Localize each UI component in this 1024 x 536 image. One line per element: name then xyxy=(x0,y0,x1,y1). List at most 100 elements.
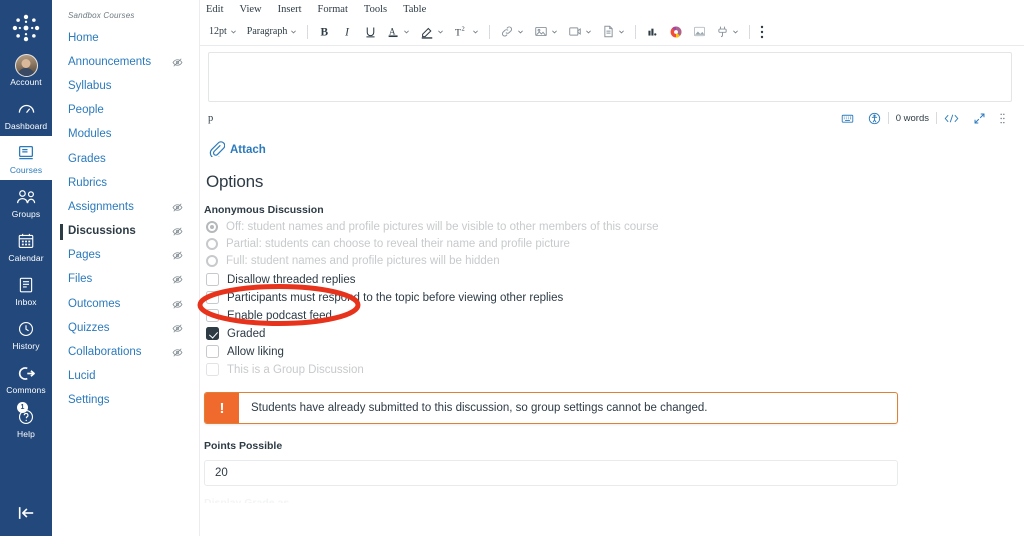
course-nav-item-assignments[interactable]: Assignments xyxy=(52,195,199,219)
course-nav-label: Rubrics xyxy=(68,177,107,190)
menu-edit[interactable]: Edit xyxy=(206,4,224,15)
course-nav-item-grades[interactable]: Grades xyxy=(52,147,199,171)
fullscreen-button[interactable] xyxy=(966,112,993,125)
menu-view[interactable]: View xyxy=(240,4,262,15)
accessibility-checker-button[interactable] xyxy=(861,112,888,125)
course-nav-item-discussions[interactable]: Discussions xyxy=(52,220,199,244)
menu-table[interactable]: Table xyxy=(403,4,426,15)
global-nav-commons-label: Commons xyxy=(6,385,45,395)
radio-button[interactable] xyxy=(206,238,218,250)
global-nav-account[interactable]: Account xyxy=(0,48,52,92)
course-nav-item-pages[interactable]: Pages xyxy=(52,244,199,268)
option-checkbox-row[interactable]: Enable podcast feed xyxy=(206,309,1024,322)
image-icon xyxy=(534,25,548,38)
checkbox[interactable] xyxy=(206,273,219,286)
option-checkbox-row[interactable]: Disallow threaded replies xyxy=(206,273,1024,286)
toolbar-divider xyxy=(307,25,308,39)
course-nav-list: Home Announcements SyllabusPeopleModulesGr… xyxy=(52,26,199,413)
global-nav-help[interactable]: 1 Help xyxy=(0,400,52,444)
anonymous-choice-label: Off: student names and profile pictures … xyxy=(226,221,659,233)
superscript-button[interactable]: T 2 xyxy=(449,23,484,40)
image-placeholder-button[interactable] xyxy=(688,23,711,40)
option-checkbox-row[interactable]: Graded xyxy=(206,327,1024,340)
checkbox[interactable] xyxy=(206,309,219,322)
dashboard-icon xyxy=(17,98,36,120)
html-editor-button[interactable] xyxy=(937,113,966,124)
canvas-logo-icon[interactable] xyxy=(6,8,46,48)
text-color-button[interactable]: A xyxy=(382,23,415,41)
course-nav-item-home[interactable]: Home xyxy=(52,26,199,50)
global-nav-calendar[interactable]: Calendar xyxy=(0,224,52,268)
global-nav-dashboard[interactable]: Dashboard xyxy=(0,92,52,136)
plugin-button[interactable] xyxy=(711,23,744,40)
block-format-value: Paragraph xyxy=(247,26,288,37)
anonymous-choice-label: Partial: students can choose to reveal t… xyxy=(226,238,570,250)
course-nav-item-people[interactable]: People xyxy=(52,99,199,123)
course-nav-item-rubrics[interactable]: Rubrics xyxy=(52,171,199,195)
document-button[interactable] xyxy=(597,23,630,40)
global-nav-courses[interactable]: Courses xyxy=(0,136,52,180)
course-nav-item-lucid[interactable]: Lucid xyxy=(52,365,199,389)
anonymous-choice-row[interactable]: Full: student names and profile pictures… xyxy=(206,255,1024,267)
course-nav-item-syllabus[interactable]: Syllabus xyxy=(52,74,199,98)
svg-text:A: A xyxy=(389,26,396,36)
anonymous-choice-row[interactable]: Off: student names and profile pictures … xyxy=(206,221,1024,233)
checkbox[interactable] xyxy=(206,345,219,358)
option-checkbox-row[interactable]: This is a Group Discussion xyxy=(206,363,1024,376)
option-checkbox-row[interactable]: Allow liking xyxy=(206,345,1024,358)
link-button[interactable] xyxy=(495,23,529,40)
italic-icon: I xyxy=(341,25,354,38)
points-possible-input[interactable]: 20 xyxy=(204,460,898,486)
bold-button[interactable]: B xyxy=(313,23,336,40)
option-checkbox-label: Disallow threaded replies xyxy=(227,274,355,286)
block-format-select[interactable]: Paragraph xyxy=(242,24,303,39)
lti-tool-button[interactable] xyxy=(664,23,688,41)
font-size-select[interactable]: 12pt xyxy=(204,24,242,39)
partially-visible-label: Display Grade as xyxy=(204,497,1024,503)
highlight-color-button[interactable] xyxy=(415,23,449,41)
global-nav-groups[interactable]: Groups xyxy=(0,180,52,224)
global-nav-inbox[interactable]: Inbox xyxy=(0,268,52,312)
apps-button[interactable] xyxy=(641,23,664,40)
radio-button[interactable] xyxy=(206,221,218,233)
attach-button[interactable]: Attach xyxy=(208,140,1024,160)
course-nav-item-announcements[interactable]: Announcements xyxy=(52,50,199,74)
resize-handle[interactable] xyxy=(993,112,1012,125)
menu-format[interactable]: Format xyxy=(318,4,348,15)
courses-icon xyxy=(17,142,35,164)
global-nav-inbox-label: Inbox xyxy=(15,297,36,307)
checkbox[interactable] xyxy=(206,327,219,340)
word-count: 0 words xyxy=(889,113,936,124)
italic-button[interactable]: I xyxy=(336,23,359,40)
global-nav-groups-label: Groups xyxy=(12,209,40,219)
more-options-button[interactable] xyxy=(755,23,769,41)
underline-button[interactable] xyxy=(359,23,382,41)
course-nav-item-settings[interactable]: Settings xyxy=(52,389,199,413)
inbox-icon xyxy=(17,274,35,296)
global-nav-history[interactable]: History xyxy=(0,312,52,356)
chevron-down-icon xyxy=(517,28,524,35)
course-nav-label: Settings xyxy=(68,394,110,407)
anonymous-choice-row[interactable]: Partial: students can choose to reveal t… xyxy=(206,238,1024,250)
course-nav-item-files[interactable]: Files xyxy=(52,268,199,292)
media-button[interactable] xyxy=(563,23,597,40)
collapse-nav-button[interactable] xyxy=(0,504,52,522)
course-nav-item-outcomes[interactable]: Outcomes xyxy=(52,292,199,316)
option-checkbox-row[interactable]: Participants must respond to the topic b… xyxy=(206,291,1024,304)
option-checkbox-label: Allow liking xyxy=(227,346,284,358)
menu-tools[interactable]: Tools xyxy=(364,4,387,15)
checkbox[interactable] xyxy=(206,363,219,376)
checkbox[interactable] xyxy=(206,291,219,304)
course-nav-item-collaborations[interactable]: Collaborations xyxy=(52,340,199,364)
chevron-down-icon xyxy=(472,28,479,35)
rich-content-editor-area[interactable] xyxy=(208,52,1012,102)
course-nav-item-modules[interactable]: Modules xyxy=(52,123,199,147)
chevron-down-icon xyxy=(551,28,558,35)
keyboard-shortcuts-button[interactable] xyxy=(834,112,861,125)
radio-button[interactable] xyxy=(206,255,218,267)
course-nav-label: Announcements xyxy=(68,56,151,69)
global-nav-commons[interactable]: Commons xyxy=(0,356,52,400)
menu-insert[interactable]: Insert xyxy=(278,4,302,15)
image-button[interactable] xyxy=(529,23,563,40)
course-nav-item-quizzes[interactable]: Quizzes xyxy=(52,316,199,340)
